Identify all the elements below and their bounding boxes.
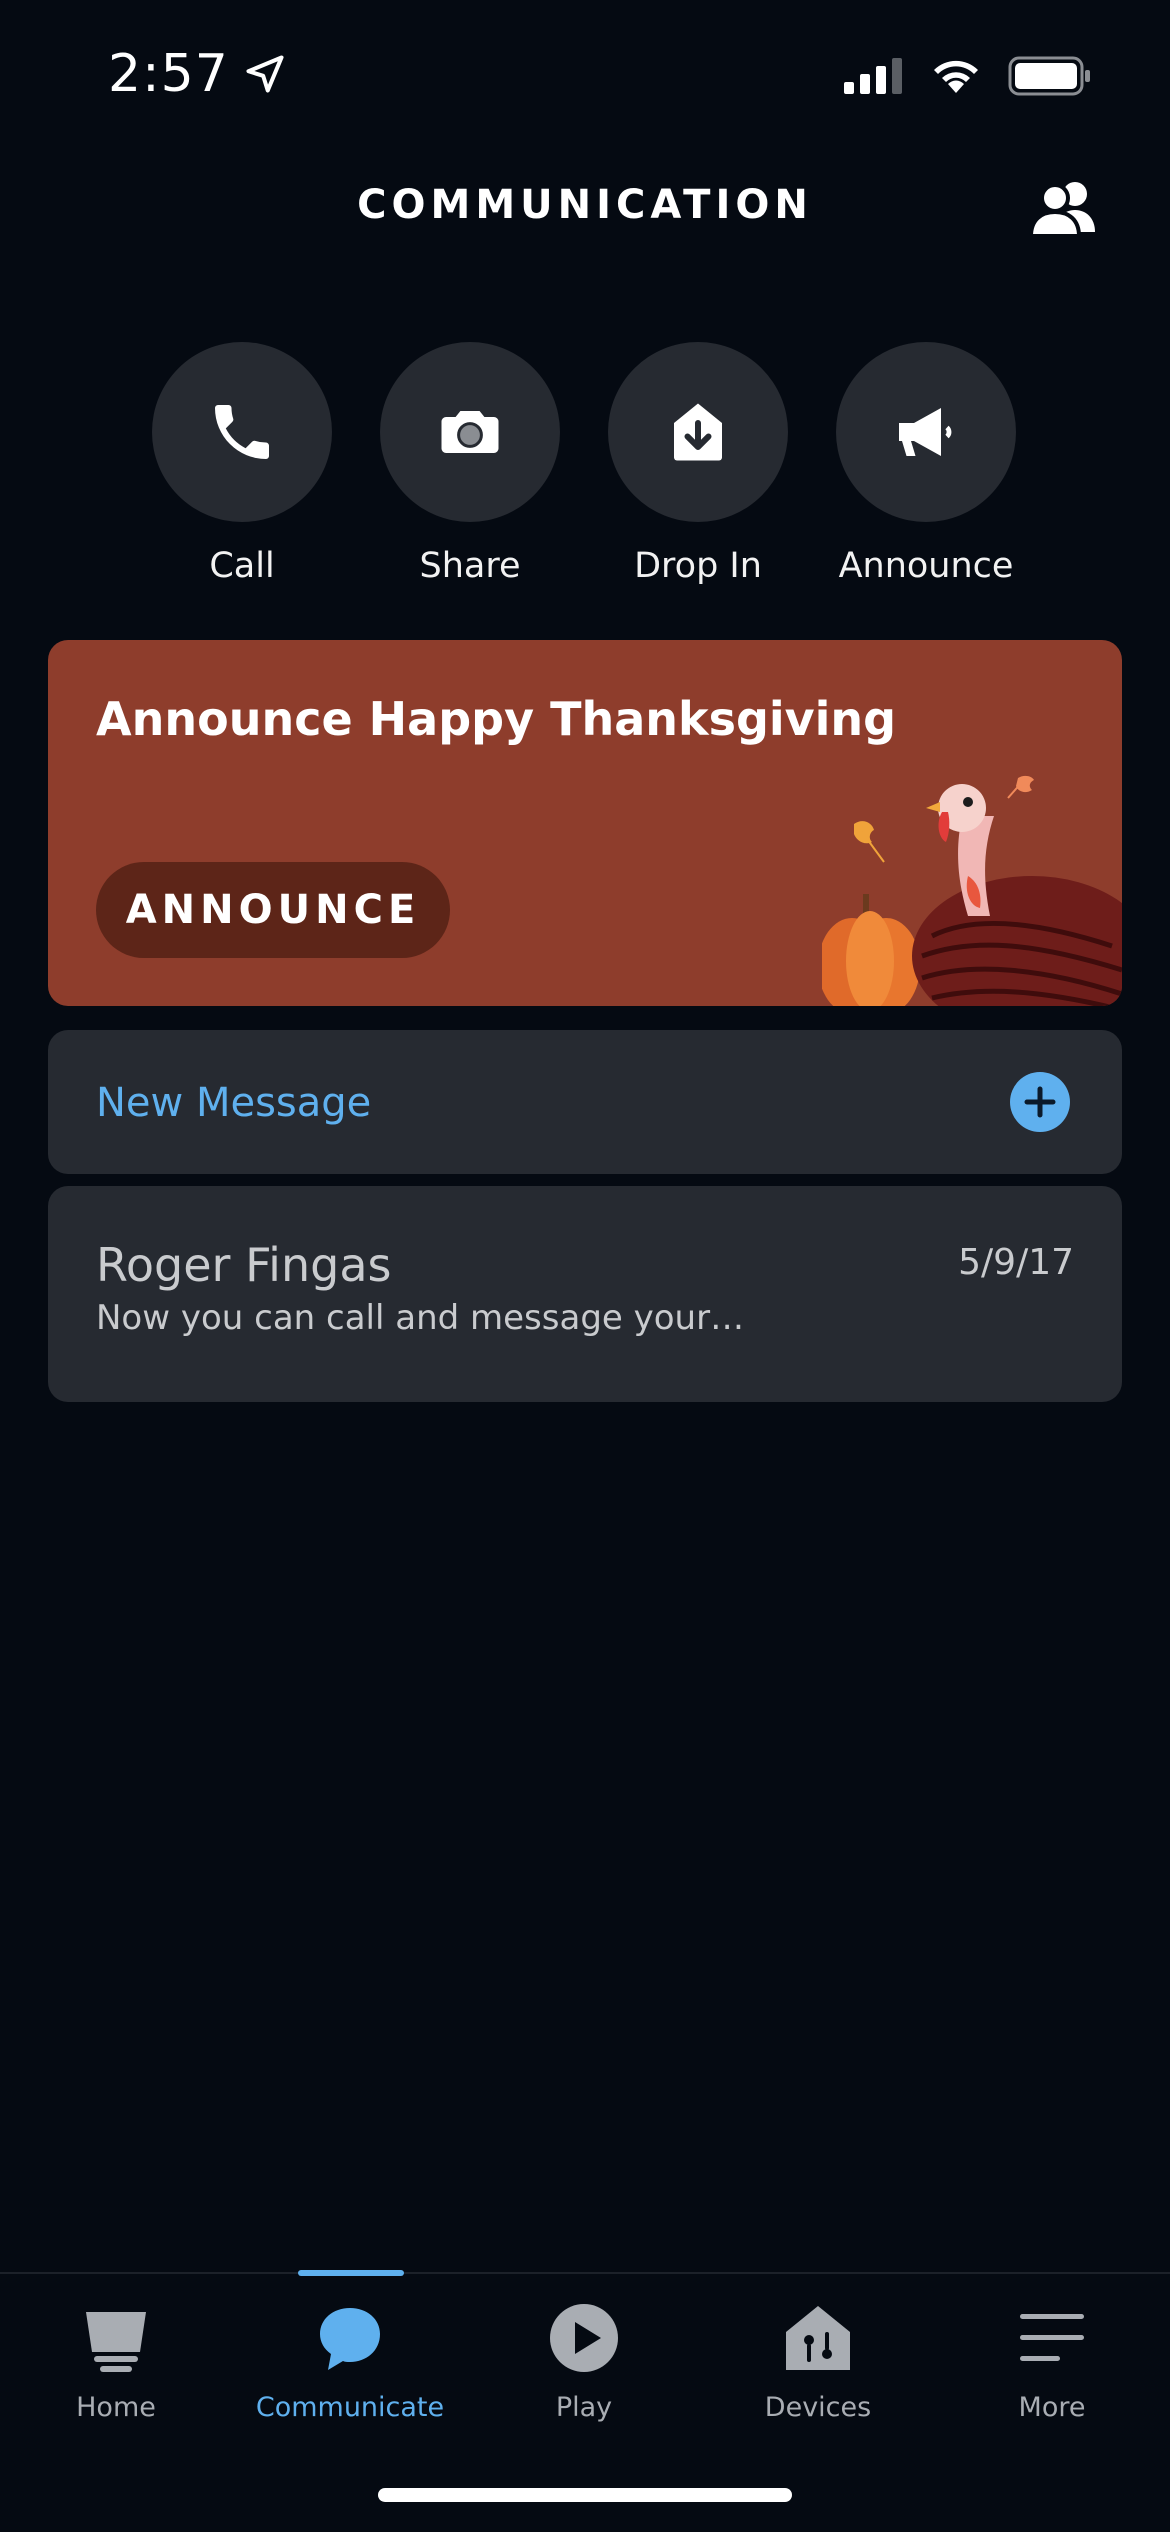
megaphone-icon: [899, 408, 952, 456]
conversation-item[interactable]: Roger Fingas 5/9/17 Now you can call and…: [48, 1186, 1122, 1402]
conversation-preview: Now you can call and message your…: [96, 1298, 745, 1338]
tab-communicate[interactable]: Communicate: [250, 2298, 450, 2423]
play-icon: [550, 2304, 618, 2372]
header: COMMUNICATION: [0, 170, 1170, 246]
new-message-add-button[interactable]: [1010, 1072, 1070, 1132]
tab-home[interactable]: Home: [16, 2298, 216, 2423]
drop-in-label: Drop In: [634, 546, 762, 586]
announce-label: Announce: [838, 546, 1014, 586]
call-button[interactable]: [152, 342, 332, 522]
tab-communicate-label: Communicate: [255, 2392, 445, 2423]
new-message-row[interactable]: New Message: [48, 1030, 1122, 1174]
page-title: COMMUNICATION: [357, 182, 813, 228]
status-time: 2:57: [108, 44, 229, 104]
tab-play-label: Play: [555, 2392, 613, 2423]
location-arrow-icon: [246, 55, 284, 93]
plus-icon: [1024, 1086, 1056, 1118]
conversation-name: Roger Fingas: [96, 1238, 392, 1292]
call-label: Call: [209, 546, 275, 586]
contacts-button[interactable]: [1020, 170, 1110, 246]
drop-in-action[interactable]: Drop In: [608, 342, 788, 586]
tab-more[interactable]: More: [952, 2298, 1152, 2423]
status-time-group: 2:57: [108, 44, 287, 104]
tab-play[interactable]: Play: [484, 2298, 684, 2423]
conversation-date: 5/9/17: [958, 1242, 1074, 1283]
menu-icon: [1020, 2314, 1084, 2361]
announce-promo-button[interactable]: ANNOUNCE: [96, 862, 450, 958]
promo-title: Announce Happy Thanksgiving: [96, 692, 897, 746]
tab-more-label: More: [1018, 2392, 1086, 2423]
contacts-icon: [1029, 182, 1095, 238]
phone-icon: [215, 405, 269, 459]
devices-icon: [786, 2306, 850, 2370]
battery-icon: [1008, 56, 1090, 96]
status-bar: 2:57: [0, 0, 1170, 150]
call-action[interactable]: Call: [152, 342, 332, 586]
pumpkin-icon: [822, 894, 920, 1006]
quick-actions: Call Share Drop In Announce: [152, 342, 1016, 586]
camera-icon: [441, 411, 499, 453]
active-tab-indicator: [298, 2270, 404, 2276]
drop-in-icon: [674, 403, 722, 461]
tab-devices-label: Devices: [764, 2392, 872, 2423]
home-indicator[interactable]: [378, 2488, 792, 2502]
communication-screen: 2:57 COMMUNICATION Call Share Drop In An…: [0, 0, 1170, 2532]
thanksgiving-promo-card[interactable]: Announce Happy Thanksgiving ANNOUNCE: [48, 640, 1122, 1006]
drop-in-button[interactable]: [608, 342, 788, 522]
status-icons: [844, 56, 1092, 96]
home-icon: [86, 2312, 146, 2372]
announce-action[interactable]: Announce: [836, 342, 1016, 586]
tab-devices[interactable]: Devices: [718, 2298, 918, 2423]
share-action[interactable]: Share: [380, 342, 560, 586]
new-message-label: New Message: [96, 1080, 372, 1126]
autumn-leaf-icon: [854, 821, 885, 863]
turkey-icon: [912, 784, 1122, 1006]
wifi-icon: [934, 60, 978, 93]
tab-home-label: Home: [76, 2392, 156, 2423]
share-button[interactable]: [380, 342, 560, 522]
share-label: Share: [419, 546, 521, 586]
autumn-leaf-icon: [1007, 775, 1034, 799]
announce-button[interactable]: [836, 342, 1016, 522]
chat-bubble-icon: [320, 2308, 380, 2370]
turkey-illustration: [822, 775, 1122, 1006]
cellular-signal-icon: [844, 58, 902, 94]
